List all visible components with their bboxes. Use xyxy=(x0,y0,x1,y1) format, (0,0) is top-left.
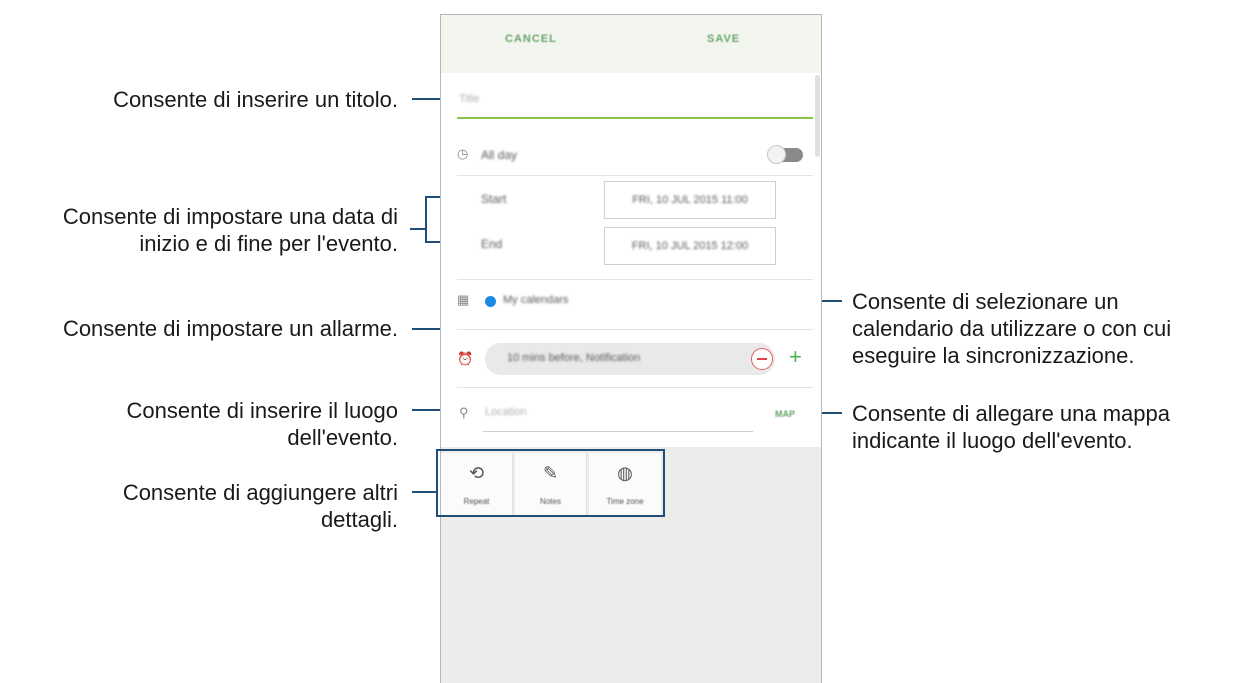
annotation-details: Consente di aggiungere altri dettagli. xyxy=(122,480,398,532)
scrollbar[interactable] xyxy=(815,75,820,157)
calendar-color-dot xyxy=(485,296,496,307)
annotation-map: Consente di allegare una mappa indicante… xyxy=(852,401,1171,453)
pointer-details xyxy=(412,491,438,493)
divider xyxy=(457,329,813,330)
reminder-field[interactable]: 10 mins before, Notification xyxy=(485,343,775,375)
remove-reminder-button[interactable] xyxy=(751,348,773,370)
divider xyxy=(457,387,813,388)
cancel-button[interactable]: CANCEL xyxy=(505,33,557,45)
location-input[interactable]: Location xyxy=(485,406,527,418)
location-underline xyxy=(483,431,753,432)
add-reminder-button[interactable]: + xyxy=(789,343,802,371)
annotation-calendar: Consente di selezionare un calendario da… xyxy=(852,289,1172,368)
details-highlight-box xyxy=(436,449,665,517)
divider xyxy=(457,279,813,280)
annotation-title: Consente di inserire un titolo. xyxy=(113,87,398,112)
divider xyxy=(457,175,813,176)
annotation-location: Consente di inserire il luogo dell'event… xyxy=(126,398,399,450)
start-datetime-field[interactable]: FRI, 10 JUL 2015 11:00 xyxy=(604,181,776,219)
alarm-clock-icon: ⏰ xyxy=(457,351,474,366)
title-input[interactable]: Title xyxy=(459,93,479,105)
pointer-dates-stem xyxy=(410,228,426,230)
save-button[interactable]: SAVE xyxy=(707,33,740,45)
map-button[interactable]: MAP xyxy=(775,409,795,419)
app-bar: CANCEL SAVE xyxy=(441,15,821,73)
calendar-selector[interactable]: My calendars xyxy=(503,294,568,306)
clock-icon: ◷ xyxy=(457,146,469,161)
all-day-label: All day xyxy=(481,148,518,162)
calendar-icon: ▦ xyxy=(457,292,470,307)
location-pin-icon: ⚲ xyxy=(459,405,469,420)
all-day-toggle[interactable] xyxy=(767,145,803,164)
annotation-alarm: Consente di impostare un allarme. xyxy=(62,316,398,341)
pointer-dates-bracket xyxy=(425,196,427,242)
start-label: Start xyxy=(481,192,507,206)
annotation-dates: Consente di impostare una data di inizio… xyxy=(62,204,398,256)
end-label: End xyxy=(481,237,503,251)
title-underline xyxy=(457,117,813,119)
end-datetime-field[interactable]: FRI, 10 JUL 2015 12:00 xyxy=(604,227,776,265)
event-editor-screen: CANCEL SAVE Title ◷ All day Start FRI, 1… xyxy=(440,14,822,683)
